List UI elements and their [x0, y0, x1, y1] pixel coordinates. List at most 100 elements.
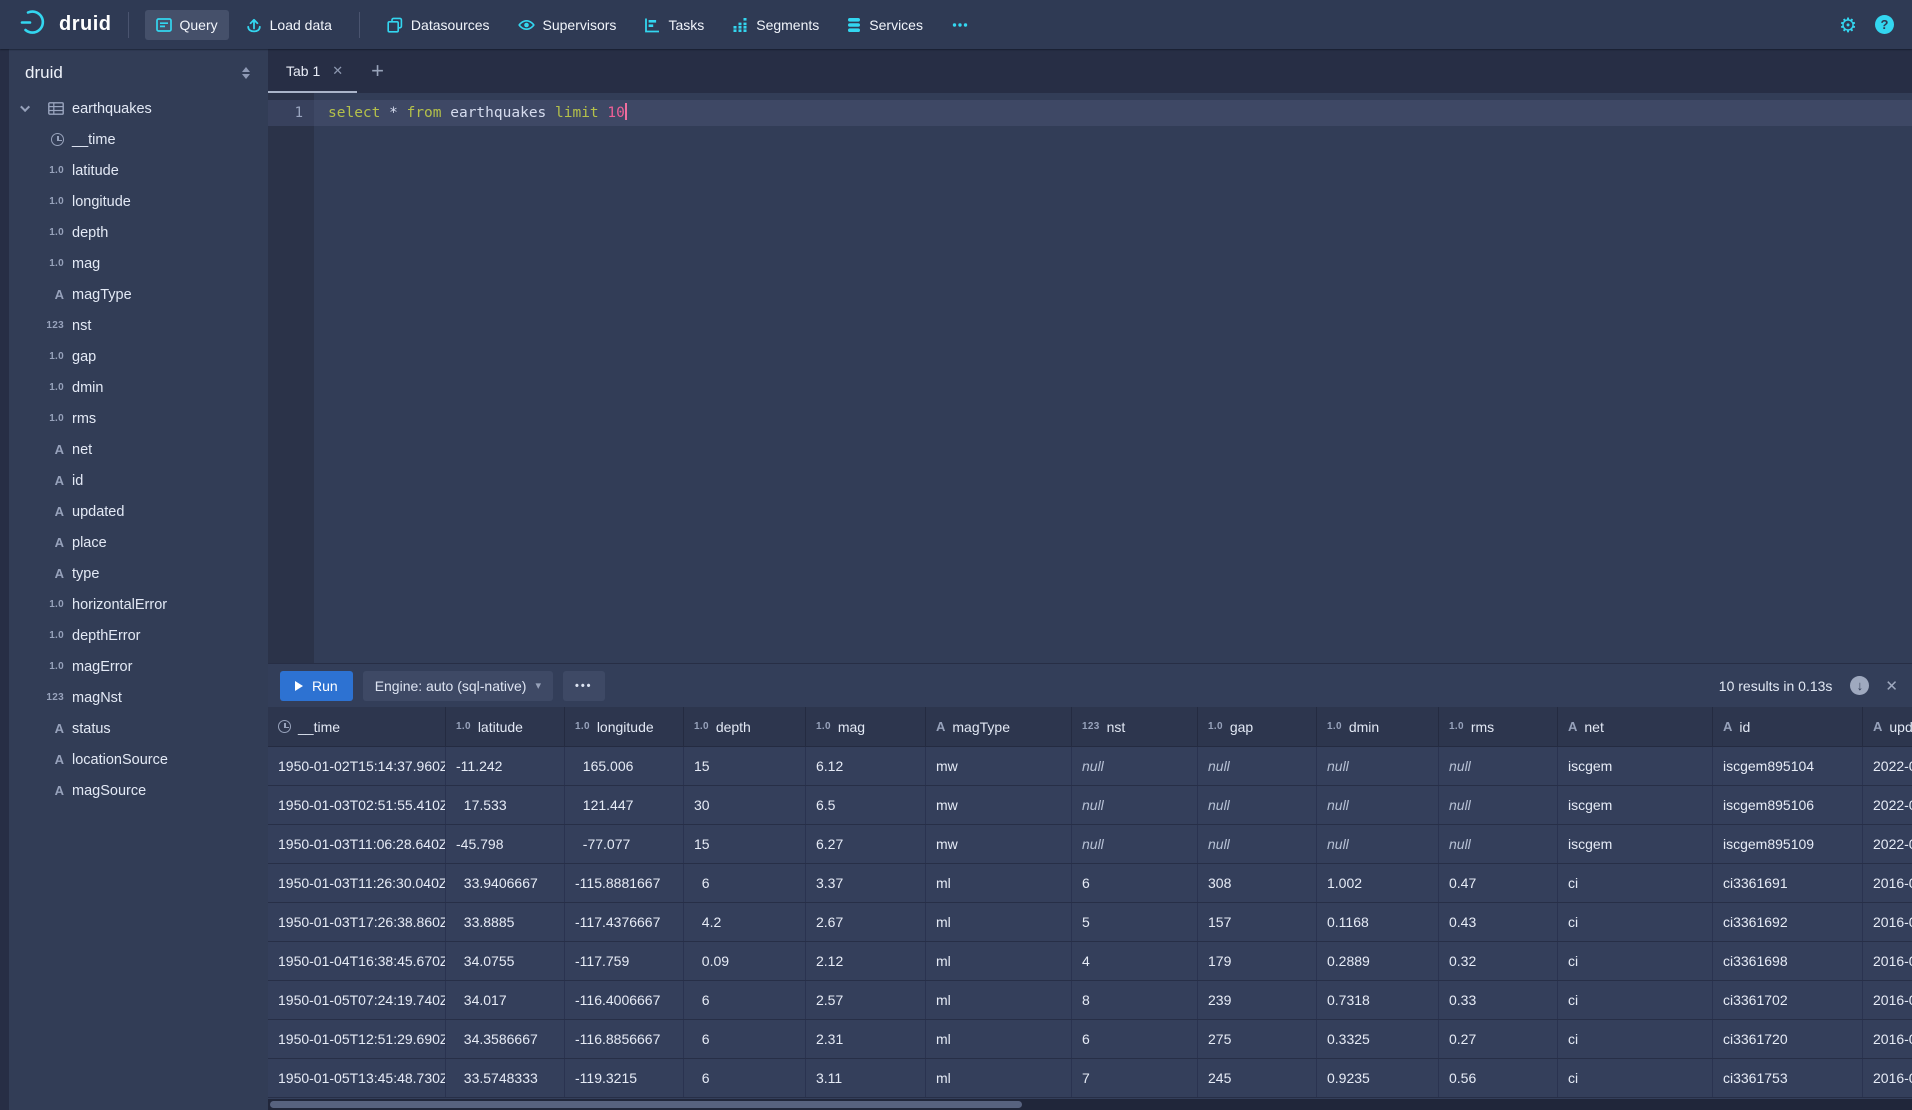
cell[interactable]: 30	[684, 786, 806, 824]
cell[interactable]: ci3361692	[1713, 903, 1863, 941]
cell[interactable]: ci3361753	[1713, 1059, 1863, 1097]
close-results-icon[interactable]: ✕	[1885, 677, 1898, 695]
cell[interactable]: -119.3215	[565, 1059, 684, 1097]
cell[interactable]: 0.33	[1439, 981, 1558, 1019]
close-tab-icon[interactable]: ✕	[332, 63, 343, 79]
cell[interactable]: 5	[1072, 903, 1198, 941]
cell[interactable]: 0.7318	[1317, 981, 1439, 1019]
cell[interactable]: ci	[1558, 903, 1713, 941]
nav-item-services[interactable]: Services	[836, 10, 934, 40]
nav-item-query[interactable]: Query	[145, 10, 229, 40]
sidebar-column-magtype[interactable]: AmagType	[9, 279, 268, 310]
sidebar-column-deptherror[interactable]: 1.0depthError	[9, 620, 268, 651]
cell[interactable]: null	[1072, 825, 1198, 863]
cell[interactable]: 0.2889	[1317, 942, 1439, 980]
sidebar-column-dmin[interactable]: 1.0dmin	[9, 372, 268, 403]
cell[interactable]: 179	[1198, 942, 1317, 980]
cell[interactable]: 034.0755	[446, 942, 565, 980]
cell[interactable]: ci	[1558, 864, 1713, 902]
cell[interactable]: 2.67	[806, 903, 926, 941]
cell[interactable]: 8	[1072, 981, 1198, 1019]
cell[interactable]: 0.3325	[1317, 1020, 1439, 1058]
nav-item-datasources[interactable]: Datasources	[376, 10, 501, 40]
cell[interactable]: 15	[684, 825, 806, 863]
cell[interactable]: 4	[1072, 942, 1198, 980]
cell[interactable]: 2016-0	[1863, 1020, 1912, 1058]
cell[interactable]: 017.533	[446, 786, 565, 824]
cell[interactable]: -115.8881667	[565, 864, 684, 902]
cell[interactable]: 0-77.077	[565, 825, 684, 863]
sidebar-column-magsource[interactable]: AmagSource	[9, 775, 268, 806]
scrollbar-thumb[interactable]	[270, 1101, 1022, 1108]
column-header-depth[interactable]: 1.0depth	[684, 707, 806, 746]
sql-editor[interactable]: 1 select * from earthquakes limit 10	[268, 93, 1912, 663]
cell[interactable]: 06	[684, 864, 806, 902]
sidebar-column-latitude[interactable]: 1.0latitude	[9, 155, 268, 186]
cell[interactable]: 6.27	[806, 825, 926, 863]
cell[interactable]: iscgem895104	[1713, 747, 1863, 785]
cell[interactable]: 0.9235	[1317, 1059, 1439, 1097]
cell[interactable]: 0.56	[1439, 1059, 1558, 1097]
new-tab-button[interactable]: +	[357, 49, 398, 93]
nav-item-load-data[interactable]: Load data	[235, 10, 343, 40]
sidebar-column-gap[interactable]: 1.0gap	[9, 341, 268, 372]
cell[interactable]: iscgem	[1558, 786, 1713, 824]
sidebar-column-horizontalerror[interactable]: 1.0horizontalError	[9, 589, 268, 620]
druid-logo[interactable]: druid	[20, 8, 112, 41]
cell[interactable]: 1950-01-05T13:45:48.730Z	[268, 1059, 446, 1097]
nav-item-segments[interactable]: Segments	[721, 10, 830, 40]
cell[interactable]: ci3361720	[1713, 1020, 1863, 1058]
cell[interactable]: 6.12	[806, 747, 926, 785]
cell[interactable]: 1950-01-02T15:14:37.960Z	[268, 747, 446, 785]
sidebar-column-nst[interactable]: 123nst	[9, 310, 268, 341]
query-text[interactable]: select * from earthquakes limit 10	[314, 100, 1912, 126]
cell[interactable]: -116.8856667	[565, 1020, 684, 1058]
cell[interactable]: ml	[926, 942, 1072, 980]
cell[interactable]: null	[1072, 747, 1198, 785]
cell[interactable]: null	[1439, 825, 1558, 863]
cell[interactable]: 033.9406667	[446, 864, 565, 902]
cell[interactable]: ci	[1558, 942, 1713, 980]
query-more-button[interactable]: •••	[563, 671, 605, 701]
sidebar-column-depth[interactable]: 1.0depth	[9, 217, 268, 248]
cell[interactable]: null	[1317, 825, 1439, 863]
cell[interactable]: 2016-0	[1863, 942, 1912, 980]
cell[interactable]: 2022-0	[1863, 786, 1912, 824]
cell[interactable]: 0165.006	[565, 747, 684, 785]
sidebar-column-place[interactable]: Aplace	[9, 527, 268, 558]
column-header-magtype[interactable]: AmagType	[926, 707, 1072, 746]
cell[interactable]: -11.242	[446, 747, 565, 785]
cell[interactable]: 2022-0	[1863, 825, 1912, 863]
column-header-dmin[interactable]: 1.0dmin	[1317, 707, 1439, 746]
cell[interactable]: null	[1439, 786, 1558, 824]
cell[interactable]: 15	[684, 747, 806, 785]
cell[interactable]: null	[1317, 747, 1439, 785]
column-header-net[interactable]: Anet	[1558, 707, 1713, 746]
cell[interactable]: -116.4006667	[565, 981, 684, 1019]
sort-vertical-icon[interactable]	[240, 65, 252, 81]
sidebar-column-longitude[interactable]: 1.0longitude	[9, 186, 268, 217]
cell[interactable]: null	[1072, 786, 1198, 824]
cell[interactable]: null	[1439, 747, 1558, 785]
cell[interactable]: 6	[1072, 1020, 1198, 1058]
cell[interactable]: ml	[926, 1059, 1072, 1097]
cell[interactable]: 275	[1198, 1020, 1317, 1058]
cell[interactable]: 2022-0	[1863, 747, 1912, 785]
cell[interactable]: 00.09	[684, 942, 806, 980]
sidebar-column-mag[interactable]: 1.0mag	[9, 248, 268, 279]
cell[interactable]: 0121.447	[565, 786, 684, 824]
sidebar-column-rms[interactable]: 1.0rms	[9, 403, 268, 434]
column-header-latitude[interactable]: 1.0latitude	[446, 707, 565, 746]
cell[interactable]: ci3361698	[1713, 942, 1863, 980]
cell[interactable]: 6	[1072, 864, 1198, 902]
cell[interactable]: 6.5	[806, 786, 926, 824]
cell[interactable]: 06	[684, 1059, 806, 1097]
sidebar-column-locationsource[interactable]: AlocationSource	[9, 744, 268, 775]
column-header-nst[interactable]: 123nst	[1072, 707, 1198, 746]
cell[interactable]: 0.27	[1439, 1020, 1558, 1058]
cell[interactable]: 2016-0	[1863, 1059, 1912, 1097]
cell[interactable]: null	[1198, 825, 1317, 863]
cell[interactable]: -117.4376667	[565, 903, 684, 941]
cell[interactable]: -117.759	[565, 942, 684, 980]
cell[interactable]: 033.5748333	[446, 1059, 565, 1097]
